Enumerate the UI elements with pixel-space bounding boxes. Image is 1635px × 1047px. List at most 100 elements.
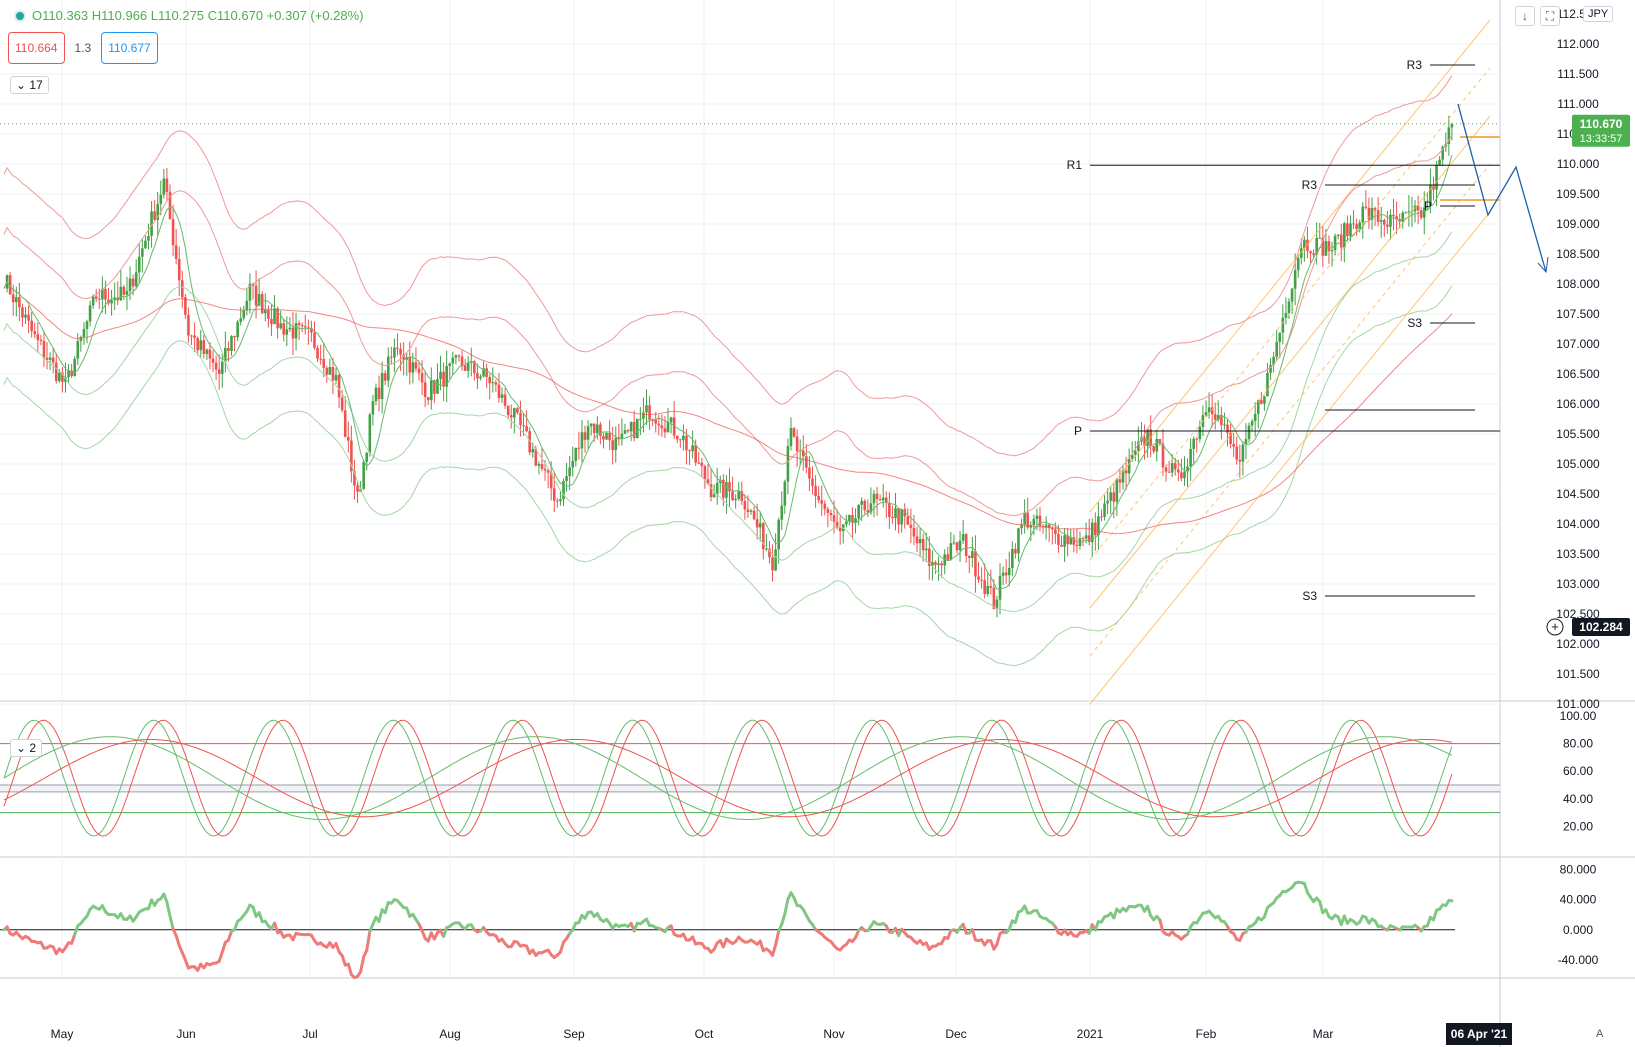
candle-body	[97, 298, 101, 300]
bollinger-upper	[3, 75, 1453, 457]
momentum-segment	[995, 932, 1002, 946]
time-label: Dec	[945, 1027, 966, 1041]
time-label: 2021	[1077, 1027, 1104, 1041]
candle-body	[888, 502, 891, 517]
oscillator-collapse-button[interactable]: ⌄ 2	[10, 739, 43, 757]
candle-body	[894, 508, 897, 519]
candle-body	[137, 256, 141, 273]
candle-body	[832, 515, 836, 522]
price-tick-label: 110.000	[1557, 157, 1600, 171]
candle-body	[217, 369, 221, 374]
candle-body	[460, 356, 464, 366]
candle-body	[1355, 224, 1358, 230]
candle-body	[602, 435, 605, 440]
candle-body	[675, 435, 679, 440]
candle-body	[614, 437, 618, 451]
candle-body	[1386, 224, 1389, 227]
candle-body	[645, 405, 648, 413]
candle-body	[577, 447, 581, 449]
candle-body	[792, 428, 796, 437]
price-tick-label: 103.500	[1556, 547, 1600, 561]
candle-body	[181, 280, 184, 298]
candle-body	[998, 575, 1002, 600]
candle-body	[76, 341, 80, 359]
price-tick-label: 112.000	[1557, 37, 1600, 51]
candle-body	[826, 509, 830, 513]
momentum-segment	[774, 929, 781, 947]
candle-body	[1100, 516, 1103, 518]
candle-body	[1103, 503, 1106, 517]
candle-body	[934, 562, 937, 565]
candle-body	[559, 499, 562, 502]
candle-body	[454, 355, 458, 358]
momentum-segment	[383, 901, 390, 915]
stochastic-slow-d-line	[3, 739, 1452, 818]
candle-body	[860, 500, 863, 505]
candle-body	[1038, 515, 1042, 526]
candle-body	[592, 423, 596, 434]
momentum-segment	[174, 934, 181, 947]
momentum-segment	[365, 929, 372, 952]
candle-body	[635, 418, 639, 438]
currency-badge[interactable]: JPY	[1583, 6, 1614, 22]
price-chart[interactable]: May Jun Jul Aug Sep Oct Nov Dec 2021 Feb Mar 112.00…	[0, 0, 1635, 1047]
current-date-label: 06 Apr '21	[1451, 1027, 1508, 1041]
candle-body	[362, 461, 365, 489]
candle-body	[236, 321, 239, 338]
candle-body	[313, 332, 316, 348]
candle-body	[700, 462, 704, 467]
candle-body	[1333, 235, 1337, 251]
momentum-segment	[970, 928, 977, 942]
candle-body	[1404, 212, 1408, 214]
candle-body	[205, 349, 209, 354]
candle-body	[964, 534, 968, 557]
candle-body	[1118, 479, 1122, 483]
candle-body	[491, 382, 495, 384]
candle-body	[958, 540, 962, 551]
candle-body	[383, 373, 387, 381]
candle-body	[141, 248, 144, 257]
candle-body	[1260, 400, 1263, 404]
fullscreen-icon[interactable]: ⛶	[1540, 6, 1560, 26]
candle-body	[214, 362, 218, 370]
candle-body	[14, 297, 18, 303]
time-label: Oct	[695, 1027, 714, 1041]
candle-body	[1352, 223, 1355, 225]
candle-body	[1290, 288, 1294, 302]
auto-scale-button[interactable]: A	[1596, 1028, 1603, 1040]
candle-body	[196, 338, 199, 351]
price-tick-label: 108.500	[1556, 247, 1600, 261]
candle-body	[897, 508, 900, 525]
sell-button[interactable]: 110.664	[8, 32, 65, 64]
indicators-collapse-button[interactable]: ⌄ 17	[10, 76, 49, 94]
time-label: Jul	[302, 1027, 317, 1041]
candle-body	[980, 579, 983, 581]
candle-body	[648, 405, 651, 420]
candle-body	[669, 417, 673, 423]
candle-body	[1419, 210, 1423, 218]
candle-body	[537, 464, 541, 466]
candle-body	[531, 448, 535, 453]
candle-body	[829, 512, 833, 516]
candle-body	[1361, 206, 1365, 223]
buy-button[interactable]: 110.677	[101, 32, 158, 64]
candle-body	[1180, 472, 1183, 479]
download-icon[interactable]: ↓	[1515, 6, 1535, 26]
time-label: Feb	[1196, 1027, 1217, 1041]
candle-body	[1389, 214, 1392, 227]
ohlc-legend: O110.363 H110.966 L110.275 C110.670 +0.3…	[14, 8, 364, 23]
candle-body	[88, 305, 92, 322]
regression-channel-line	[1089, 211, 1491, 705]
candle-body	[685, 435, 688, 451]
price-tick-label: 111.000	[1557, 97, 1599, 111]
candle-body	[666, 422, 670, 433]
momentum-segment	[780, 912, 787, 926]
candle-body	[771, 557, 774, 571]
candle-body	[208, 349, 212, 359]
candle-body	[1235, 446, 1239, 460]
candle-body	[1379, 220, 1383, 222]
momentum-segment	[558, 940, 565, 954]
candle-body	[774, 549, 777, 571]
candle-body	[1284, 312, 1288, 318]
time-label: Jun	[176, 1027, 195, 1041]
